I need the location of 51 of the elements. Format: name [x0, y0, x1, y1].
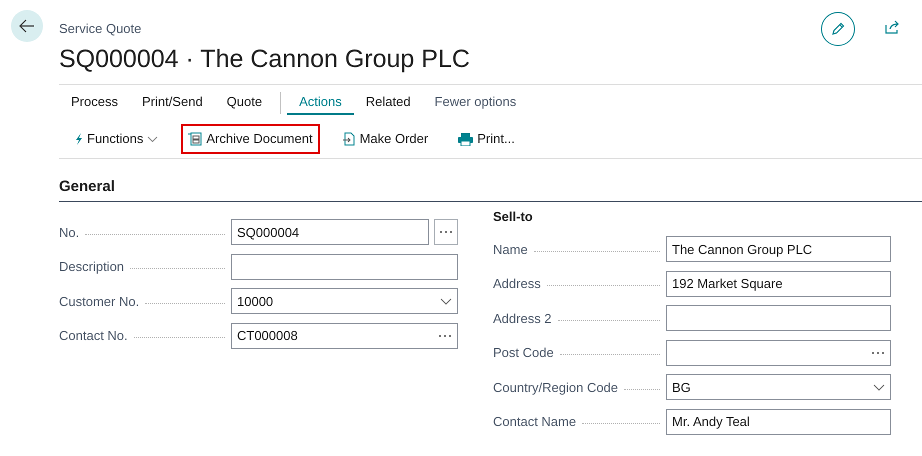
section-heading: General — [59, 176, 922, 202]
menu-tab[interactable]: Actions — [287, 90, 354, 116]
input-field[interactable]: 192 Market Square — [666, 270, 891, 297]
document-archive-icon — [188, 132, 202, 146]
input-field[interactable]: The Cannon Group PLC — [666, 236, 891, 262]
field-label: Contact Name — [493, 413, 576, 431]
edit-button[interactable] — [821, 12, 855, 46]
menu-tab[interactable]: Process — [59, 90, 130, 116]
field-label: Address — [493, 275, 541, 293]
back-arrow-icon — [19, 19, 35, 33]
field-label: Description — [59, 258, 124, 276]
input-field[interactable]: CT000008 — [231, 322, 458, 349]
input-field[interactable] — [666, 305, 891, 332]
field-label: Country/Region Code — [493, 378, 618, 397]
field-label: Post Code — [493, 344, 554, 362]
field-label: Address 2 — [493, 310, 552, 328]
action-button[interactable]: Print... — [451, 124, 522, 154]
field-label: Name — [493, 240, 528, 258]
functions-menu-button[interactable]: Functions — [68, 124, 166, 154]
input-field[interactable]: SQ000004 — [231, 219, 429, 246]
more-icon — [438, 230, 453, 234]
field-label: Contact No. — [59, 327, 128, 345]
share-icon — [885, 20, 900, 34]
field-label: Customer No. — [59, 292, 140, 310]
share-button[interactable] — [885, 20, 900, 34]
action-button[interactable]: Archive Document — [181, 124, 320, 154]
chevron-down-icon — [147, 136, 158, 142]
menu-tab[interactable]: Print/Send — [130, 90, 215, 116]
printer-icon — [458, 132, 474, 146]
action-button[interactable]: Make Order — [336, 124, 436, 154]
lightning-icon — [75, 133, 83, 145]
input-field[interactable] — [666, 340, 891, 366]
page-title: SQ000004 · The Cannon Group PLC — [59, 44, 471, 74]
more-icon — [438, 334, 452, 338]
dropdown-field[interactable]: BG — [666, 374, 891, 400]
field-label: No. — [59, 224, 80, 242]
lookup-button[interactable] — [434, 219, 458, 246]
page-caption: Service Quote — [59, 20, 142, 38]
group-heading: Sell-to — [493, 208, 534, 226]
back-button[interactable] — [11, 10, 43, 42]
fewer-options-toggle[interactable]: Fewer options — [422, 90, 528, 116]
input-field[interactable] — [231, 254, 458, 280]
chevron-down-icon — [873, 384, 885, 391]
chevron-down-icon — [440, 298, 452, 305]
menu-tab[interactable]: Quote — [214, 90, 274, 116]
pencil-icon — [830, 21, 846, 37]
dropdown-field[interactable]: 10000 — [231, 288, 458, 314]
input-field[interactable]: Mr. Andy Teal — [666, 408, 891, 435]
document-arrow-icon — [342, 132, 356, 146]
more-icon — [871, 350, 885, 355]
menu-tab[interactable]: Related — [354, 90, 423, 116]
